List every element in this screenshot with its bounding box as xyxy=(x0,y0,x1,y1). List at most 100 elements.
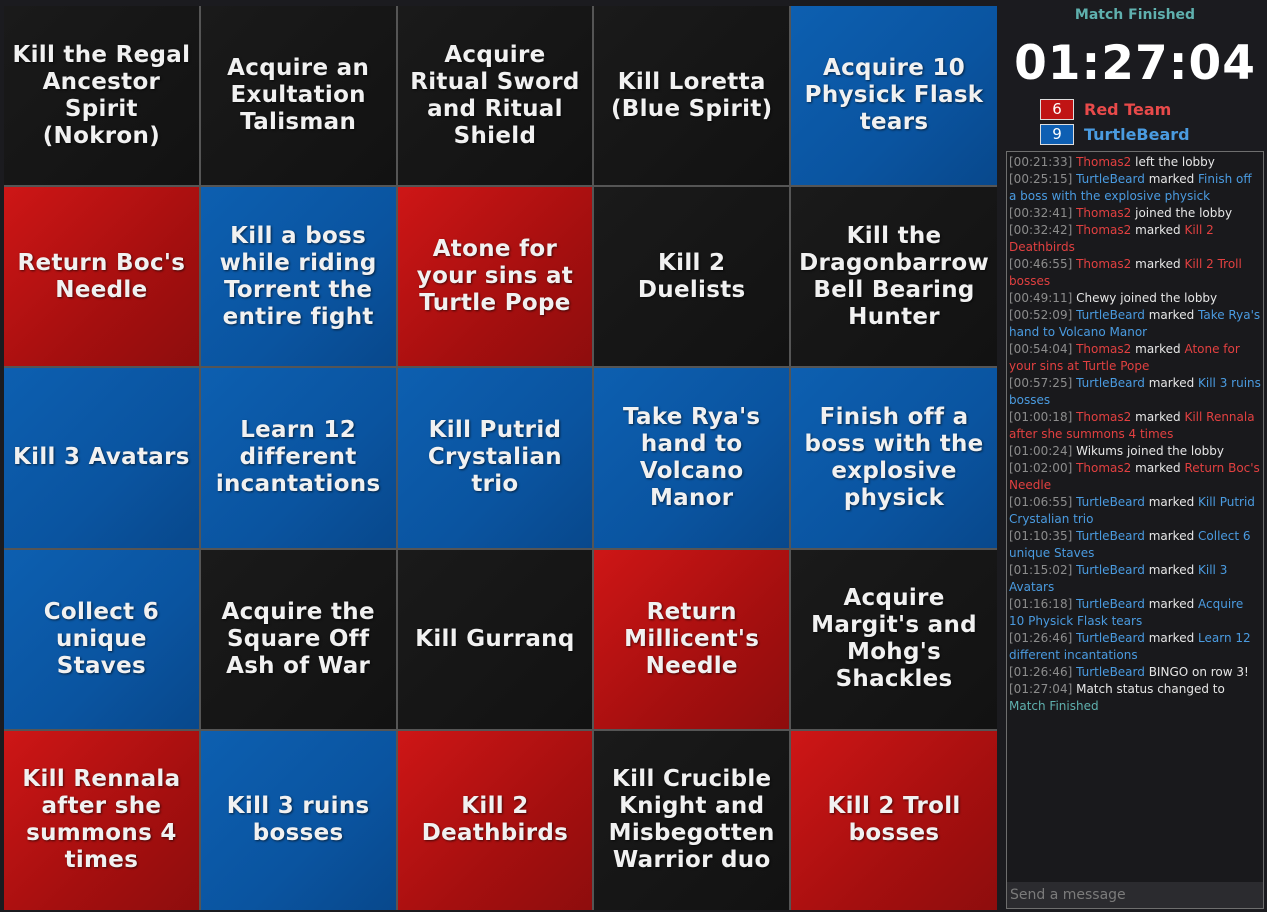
chat-action: joined the lobby xyxy=(1116,291,1218,305)
chat-username: Wikums xyxy=(1076,444,1124,458)
bingo-cell[interactable]: Acquire an Exultation Talisman xyxy=(200,6,396,186)
chat-username: TurtleBeard xyxy=(1076,665,1145,679)
bingo-cell[interactable]: Kill Putrid Crystalian trio xyxy=(397,368,593,548)
bingo-cell[interactable]: Return Millicent's Needle xyxy=(594,549,790,729)
chat-action: marked xyxy=(1144,376,1199,390)
chat-username: TurtleBeard xyxy=(1076,376,1145,390)
match-status: Match Finished xyxy=(1074,7,1196,23)
chat-entry: [01:26:46] TurtleBeard marked Learn 12 d… xyxy=(1009,630,1261,664)
chat-timestamp: [00:46:55] xyxy=(1009,257,1073,271)
bingo-cell[interactable]: Kill Rennala after she summons 4 times xyxy=(4,730,199,910)
bingo-cell[interactable]: Kill 3 Avatars xyxy=(4,368,199,548)
chat-action: marked xyxy=(1131,342,1185,356)
match-timer: 01:27:04 xyxy=(1014,36,1256,91)
chat-timestamp: [00:52:09] xyxy=(1009,308,1073,322)
chat-entry: [00:57:25] TurtleBeard marked Kill 3 rui… xyxy=(1009,375,1261,409)
chat-action: marked xyxy=(1144,529,1199,543)
chat-timestamp: [00:32:41] xyxy=(1009,206,1073,220)
chat-timestamp: [01:06:55] xyxy=(1009,495,1073,509)
bingo-cell[interactable]: Acquire 10 Physick Flask tears xyxy=(791,6,997,186)
chat-action: joined the lobby xyxy=(1123,444,1224,458)
chat-timestamp: [01:26:46] xyxy=(1009,665,1073,679)
chat-username: TurtleBeard xyxy=(1076,563,1145,577)
chat-action: marked xyxy=(1131,257,1185,271)
chat-entry: [01:26:46] TurtleBeard BINGO on row 3! xyxy=(1009,664,1261,681)
chat-action: marked xyxy=(1131,223,1185,237)
chat-action: Match status changed to xyxy=(1076,682,1225,696)
chat-username: TurtleBeard xyxy=(1076,172,1145,186)
bingo-cell[interactable]: Acquire Ritual Sword and Ritual Shield xyxy=(397,6,593,186)
chat-timestamp: [01:27:04] xyxy=(1009,682,1073,696)
chat-username: Thomas2 xyxy=(1076,206,1132,220)
team-red-count: 6 xyxy=(1040,98,1074,120)
chat-entry: [01:00:24] Wikums joined the lobby xyxy=(1009,443,1261,460)
team-red-name: Red Team xyxy=(1084,99,1172,119)
chat-action: left the lobby xyxy=(1131,155,1215,169)
chat-username: Thomas2 xyxy=(1076,155,1132,169)
chat-entry: [00:54:04] Thomas2 marked Atone for your… xyxy=(1009,341,1261,375)
chat-entry: [01:10:35] TurtleBeard marked Collect 6 … xyxy=(1009,528,1261,562)
chat-action: marked xyxy=(1144,495,1199,509)
bingo-cell[interactable]: Return Boc's Needle xyxy=(4,187,199,367)
chat-timestamp: [01:00:18] xyxy=(1009,410,1073,424)
bingo-cell[interactable]: Collect 6 unique Staves xyxy=(4,549,199,729)
bingo-cell[interactable]: Kill the Dragonbarrow Bell Bearing Hunte… xyxy=(791,187,997,367)
chat-action: BINGO on row 3! xyxy=(1144,665,1249,679)
chat-username: TurtleBeard xyxy=(1076,597,1145,611)
chat-action: marked xyxy=(1144,172,1199,186)
chat-entry: [00:32:41] Thomas2 joined the lobby xyxy=(1009,205,1261,222)
bingo-cell[interactable]: Kill a boss while riding Torrent the ent… xyxy=(200,187,396,367)
chat-action: joined the lobby xyxy=(1131,206,1233,220)
chat-panel: [00:21:33] Thomas2 left the lobby [00:25:… xyxy=(1006,151,1264,909)
chat-timestamp: [00:25:15] xyxy=(1009,172,1073,186)
chat-entry: [01:15:02] TurtleBeard marked Kill 3 Ava… xyxy=(1009,562,1261,596)
chat-username: TurtleBeard xyxy=(1076,495,1145,509)
chat-entry: [01:16:18] TurtleBeard marked Acquire 10… xyxy=(1009,596,1261,630)
chat-entry: [00:25:15] TurtleBeard marked Finish off… xyxy=(1009,171,1261,205)
bingo-cell[interactable]: Kill Crucible Knight and Misbegotten War… xyxy=(594,730,790,910)
bingo-cell[interactable]: Kill 2 Duelists xyxy=(594,187,790,367)
bingo-cell[interactable]: Acquire the Square Off Ash of War xyxy=(200,549,396,729)
team-red: 6 Red Team xyxy=(1040,98,1171,120)
chat-username: TurtleBeard xyxy=(1076,631,1145,645)
chat-action: marked xyxy=(1144,563,1199,577)
chat-timestamp: [01:15:02] xyxy=(1009,563,1073,577)
chat-action: marked xyxy=(1131,410,1185,424)
chat-entry: [00:46:55] Thomas2 marked Kill 2 Troll b… xyxy=(1009,256,1261,290)
chat-entry: [00:49:11] Chewy joined the lobby xyxy=(1009,290,1261,307)
chat-entry: [01:06:55] TurtleBeard marked Kill Putri… xyxy=(1009,494,1261,528)
bingo-cell[interactable]: Acquire Margit's and Mohg's Shackles xyxy=(791,549,997,729)
chat-action: marked xyxy=(1144,597,1199,611)
bingo-cell[interactable]: Kill the Regal Ancestor Spirit (Nokron) xyxy=(4,6,199,186)
team-blue-name: TurtleBeard xyxy=(1084,124,1190,144)
chat-timestamp: [00:32:42] xyxy=(1009,223,1073,237)
bingo-cell[interactable]: Kill 2 Troll bosses xyxy=(791,730,997,910)
bingo-cell[interactable]: Take Rya's hand to Volcano Manor xyxy=(594,368,790,548)
bingo-cell[interactable]: Kill Gurranq xyxy=(397,549,593,729)
chat-username: TurtleBeard xyxy=(1076,308,1145,322)
chat-entry: [00:52:09] TurtleBeard marked Take Rya's… xyxy=(1009,307,1261,341)
bingo-cell[interactable]: Atone for your sins at Turtle Pope xyxy=(397,187,593,367)
chat-timestamp: [01:16:18] xyxy=(1009,597,1073,611)
chat-timestamp: [01:00:24] xyxy=(1009,444,1073,458)
chat-timestamp: [00:49:11] xyxy=(1009,291,1073,305)
chat-action: marked xyxy=(1131,461,1185,475)
bingo-cell[interactable]: Kill Loretta (Blue Spirit) xyxy=(594,6,790,186)
chat-message-input[interactable] xyxy=(1007,882,1263,908)
chat-action: marked xyxy=(1144,308,1199,322)
chat-timestamp: [00:21:33] xyxy=(1009,155,1073,169)
chat-timestamp: [00:57:25] xyxy=(1009,376,1073,390)
chat-timestamp: [01:10:35] xyxy=(1009,529,1073,543)
team-blue-count: 9 xyxy=(1040,123,1074,145)
chat-log[interactable]: [00:21:33] Thomas2 left the lobby [00:25:… xyxy=(1007,152,1263,715)
bingo-cell[interactable]: Learn 12 different incantations xyxy=(200,368,396,548)
chat-action: marked xyxy=(1144,631,1199,645)
chat-timestamp: [01:02:00] xyxy=(1009,461,1073,475)
bingo-cell[interactable]: Kill 3 ruins bosses xyxy=(200,730,396,910)
chat-entry: [01:00:18] Thomas2 marked Kill Rennala a… xyxy=(1009,409,1261,443)
bingo-cell[interactable]: Kill 2 Deathbirds xyxy=(397,730,593,910)
team-blue: 9 TurtleBeard xyxy=(1040,123,1190,145)
bingo-cell[interactable]: Finish off a boss with the explosive phy… xyxy=(791,368,997,548)
chat-timestamp: [00:54:04] xyxy=(1009,342,1073,356)
chat-timestamp: [01:26:46] xyxy=(1009,631,1073,645)
